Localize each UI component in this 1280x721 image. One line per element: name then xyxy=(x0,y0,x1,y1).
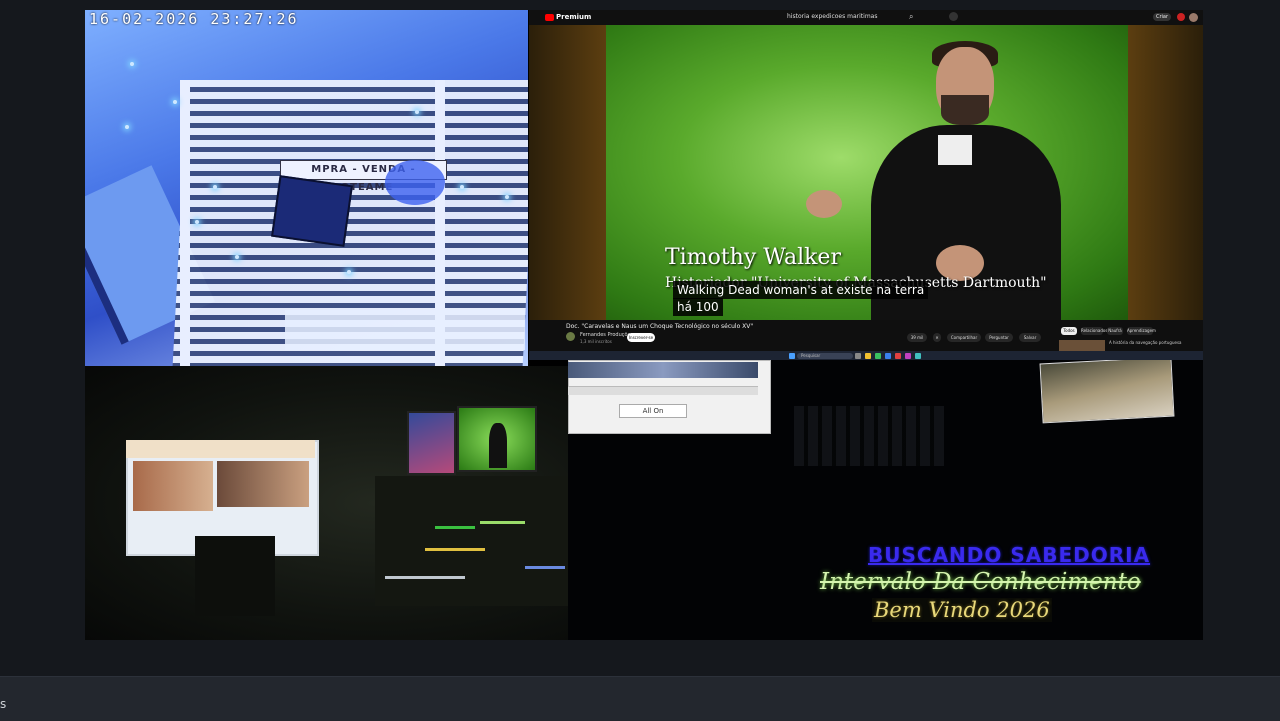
desk-silhouette xyxy=(195,536,275,616)
task-view-icon[interactable] xyxy=(855,353,861,359)
subscribe-button[interactable]: Inscrever-se xyxy=(627,333,655,342)
camera-lamp xyxy=(271,175,353,247)
dark-shelf xyxy=(794,406,944,466)
studio-monitor xyxy=(407,411,456,475)
fairy-light xyxy=(130,62,134,66)
overlay-subtitle: Intervalo Da Conhecimento xyxy=(820,569,1141,595)
video-player[interactable]: Timothy Walker Historiador "University o… xyxy=(606,25,1128,320)
projector-image xyxy=(133,461,213,511)
studio-monitor-green xyxy=(457,406,537,472)
presenter-shirt xyxy=(938,135,972,165)
equipment-rack xyxy=(375,476,568,606)
fairy-light xyxy=(173,100,177,104)
chrome-icon[interactable] xyxy=(875,353,881,359)
youtube-play-icon xyxy=(545,13,554,21)
notifications-bell-icon[interactable] xyxy=(1177,13,1185,21)
projector-browser-bar xyxy=(126,440,315,458)
camera-mosaic: MPRA - VENDA - LOTEAME 16-02-2026 23:27:… xyxy=(85,10,1203,640)
youtube-logo-text: Premium xyxy=(556,13,592,21)
rack-leds xyxy=(480,521,525,524)
youtube-search-input[interactable]: historia expedicoes maritimas xyxy=(787,13,877,20)
fairy-light xyxy=(505,195,509,199)
youtube-logo[interactable]: Premium xyxy=(545,12,591,22)
overlay-title: BUSCANDO SABEDORIA xyxy=(868,543,1151,567)
youtube-window: Premium historia expedicoes maritimas ⌕ … xyxy=(529,10,1203,360)
security-camera-feed: MPRA - VENDA - LOTEAME 16-02-2026 23:27:… xyxy=(85,10,528,366)
chip-learning[interactable]: Aprendizagem xyxy=(1127,327,1156,335)
projector-image xyxy=(217,461,309,507)
ask-button[interactable]: Perguntar xyxy=(985,333,1013,342)
dialog-scrollbar[interactable] xyxy=(568,386,758,395)
all-on-button[interactable]: All On xyxy=(619,404,687,418)
app-icon[interactable] xyxy=(915,353,921,359)
bottom-status-bar xyxy=(0,676,1280,721)
chip-all[interactable]: Todos xyxy=(1061,327,1077,335)
video-letterbox-left xyxy=(529,25,606,320)
fairy-light xyxy=(235,255,239,259)
rack-leds xyxy=(525,566,565,569)
share-button[interactable]: Compartilhar xyxy=(947,333,981,342)
camera-light-glow xyxy=(385,160,445,205)
dark-scene-feed: All On BUSCANDO SABEDORIA Intervalo Da C… xyxy=(568,360,1203,640)
taskbar-search[interactable]: Pesquisar xyxy=(797,353,853,359)
caption-line-2: há 100 xyxy=(673,298,723,316)
microphone-icon[interactable] xyxy=(949,12,958,21)
youtube-taskbar-icon[interactable] xyxy=(895,353,901,359)
create-button[interactable]: Criar xyxy=(1153,13,1171,21)
like-button[interactable]: 39 mil xyxy=(907,333,927,342)
overlay-photo xyxy=(1039,360,1175,424)
search-icon[interactable]: ⌕ xyxy=(909,12,921,22)
chip-related[interactable]: Relacionados xyxy=(1081,327,1107,335)
camera-blind-post xyxy=(180,80,190,366)
file-explorer-icon[interactable] xyxy=(865,353,871,359)
save-button[interactable]: Salvar xyxy=(1019,333,1041,342)
presenter-beard xyxy=(941,95,989,125)
app-icon[interactable] xyxy=(905,353,911,359)
caption-line-1: Walking Dead woman's at existe na terra xyxy=(673,281,929,299)
status-bar-text: s xyxy=(0,697,7,711)
camera-car-roof xyxy=(285,310,525,350)
fairy-light xyxy=(347,270,351,274)
channel-subscribers: 1,3 mil inscritos xyxy=(580,339,612,344)
edge-icon[interactable] xyxy=(885,353,891,359)
related-video-title[interactable]: A história da navegação portuguesa xyxy=(1109,340,1189,345)
dislike-icon[interactable]: ✕ xyxy=(933,333,941,342)
dialog-preview-strip xyxy=(568,362,758,378)
chip-naufra[interactable]: Naufrá xyxy=(1107,327,1123,335)
account-avatar[interactable] xyxy=(1189,13,1198,22)
overlay-welcome: Bem Vindo 2026 xyxy=(872,598,1052,622)
fairy-light xyxy=(460,185,464,189)
start-icon[interactable] xyxy=(789,353,795,359)
camera-timestamp: 16-02-2026 23:27:26 xyxy=(89,10,299,28)
rack-leds xyxy=(425,548,485,551)
fairy-light xyxy=(213,185,217,189)
presenter-hand xyxy=(806,190,842,218)
lower-third-name: Timothy Walker xyxy=(665,245,841,270)
fairy-light xyxy=(125,125,129,129)
control-room-feed xyxy=(85,366,568,640)
fairy-light xyxy=(415,110,419,114)
video-title: Doc. "Caravelas e Naus um Choque Tecnoló… xyxy=(566,323,754,330)
channel-avatar[interactable] xyxy=(566,332,575,341)
video-letterbox-right xyxy=(1128,25,1203,320)
rack-leds xyxy=(385,576,465,579)
fairy-light xyxy=(195,220,199,224)
channel-name[interactable]: Fernandes Produções xyxy=(580,332,633,338)
rack-leds xyxy=(435,526,475,529)
